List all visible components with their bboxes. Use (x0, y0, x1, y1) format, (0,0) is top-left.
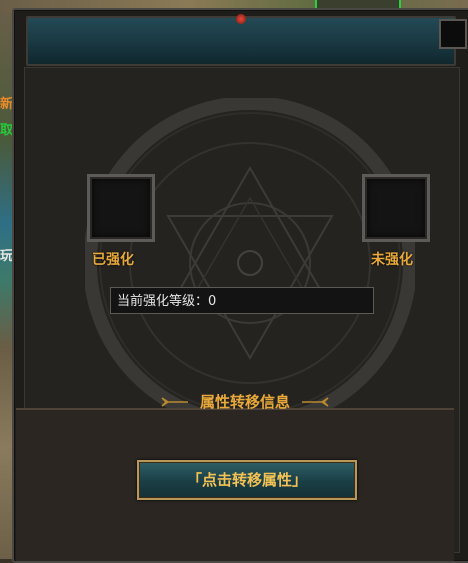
close-button[interactable] (439, 19, 467, 49)
level-value: 0 (208, 294, 217, 309)
level-label: 当前强化等级： (117, 294, 209, 309)
info-title-banner: 属性转移信息 (160, 388, 330, 416)
transfer-attribute-button[interactable]: 「点击转移属性」 (137, 460, 357, 500)
ornament-right-icon (302, 397, 329, 407)
strengthened-item-slot[interactable] (87, 174, 155, 242)
unstrengthened-label: 未强化 (371, 252, 413, 268)
strengthened-label: 已强化 (92, 252, 134, 268)
unstrengthened-item-slot[interactable] (362, 174, 430, 242)
header-gem-icon (236, 14, 246, 24)
magic-circle-icon (85, 98, 415, 428)
panel-header[interactable] (26, 14, 456, 66)
current-level-display: 当前强化等级：0 (110, 287, 374, 314)
